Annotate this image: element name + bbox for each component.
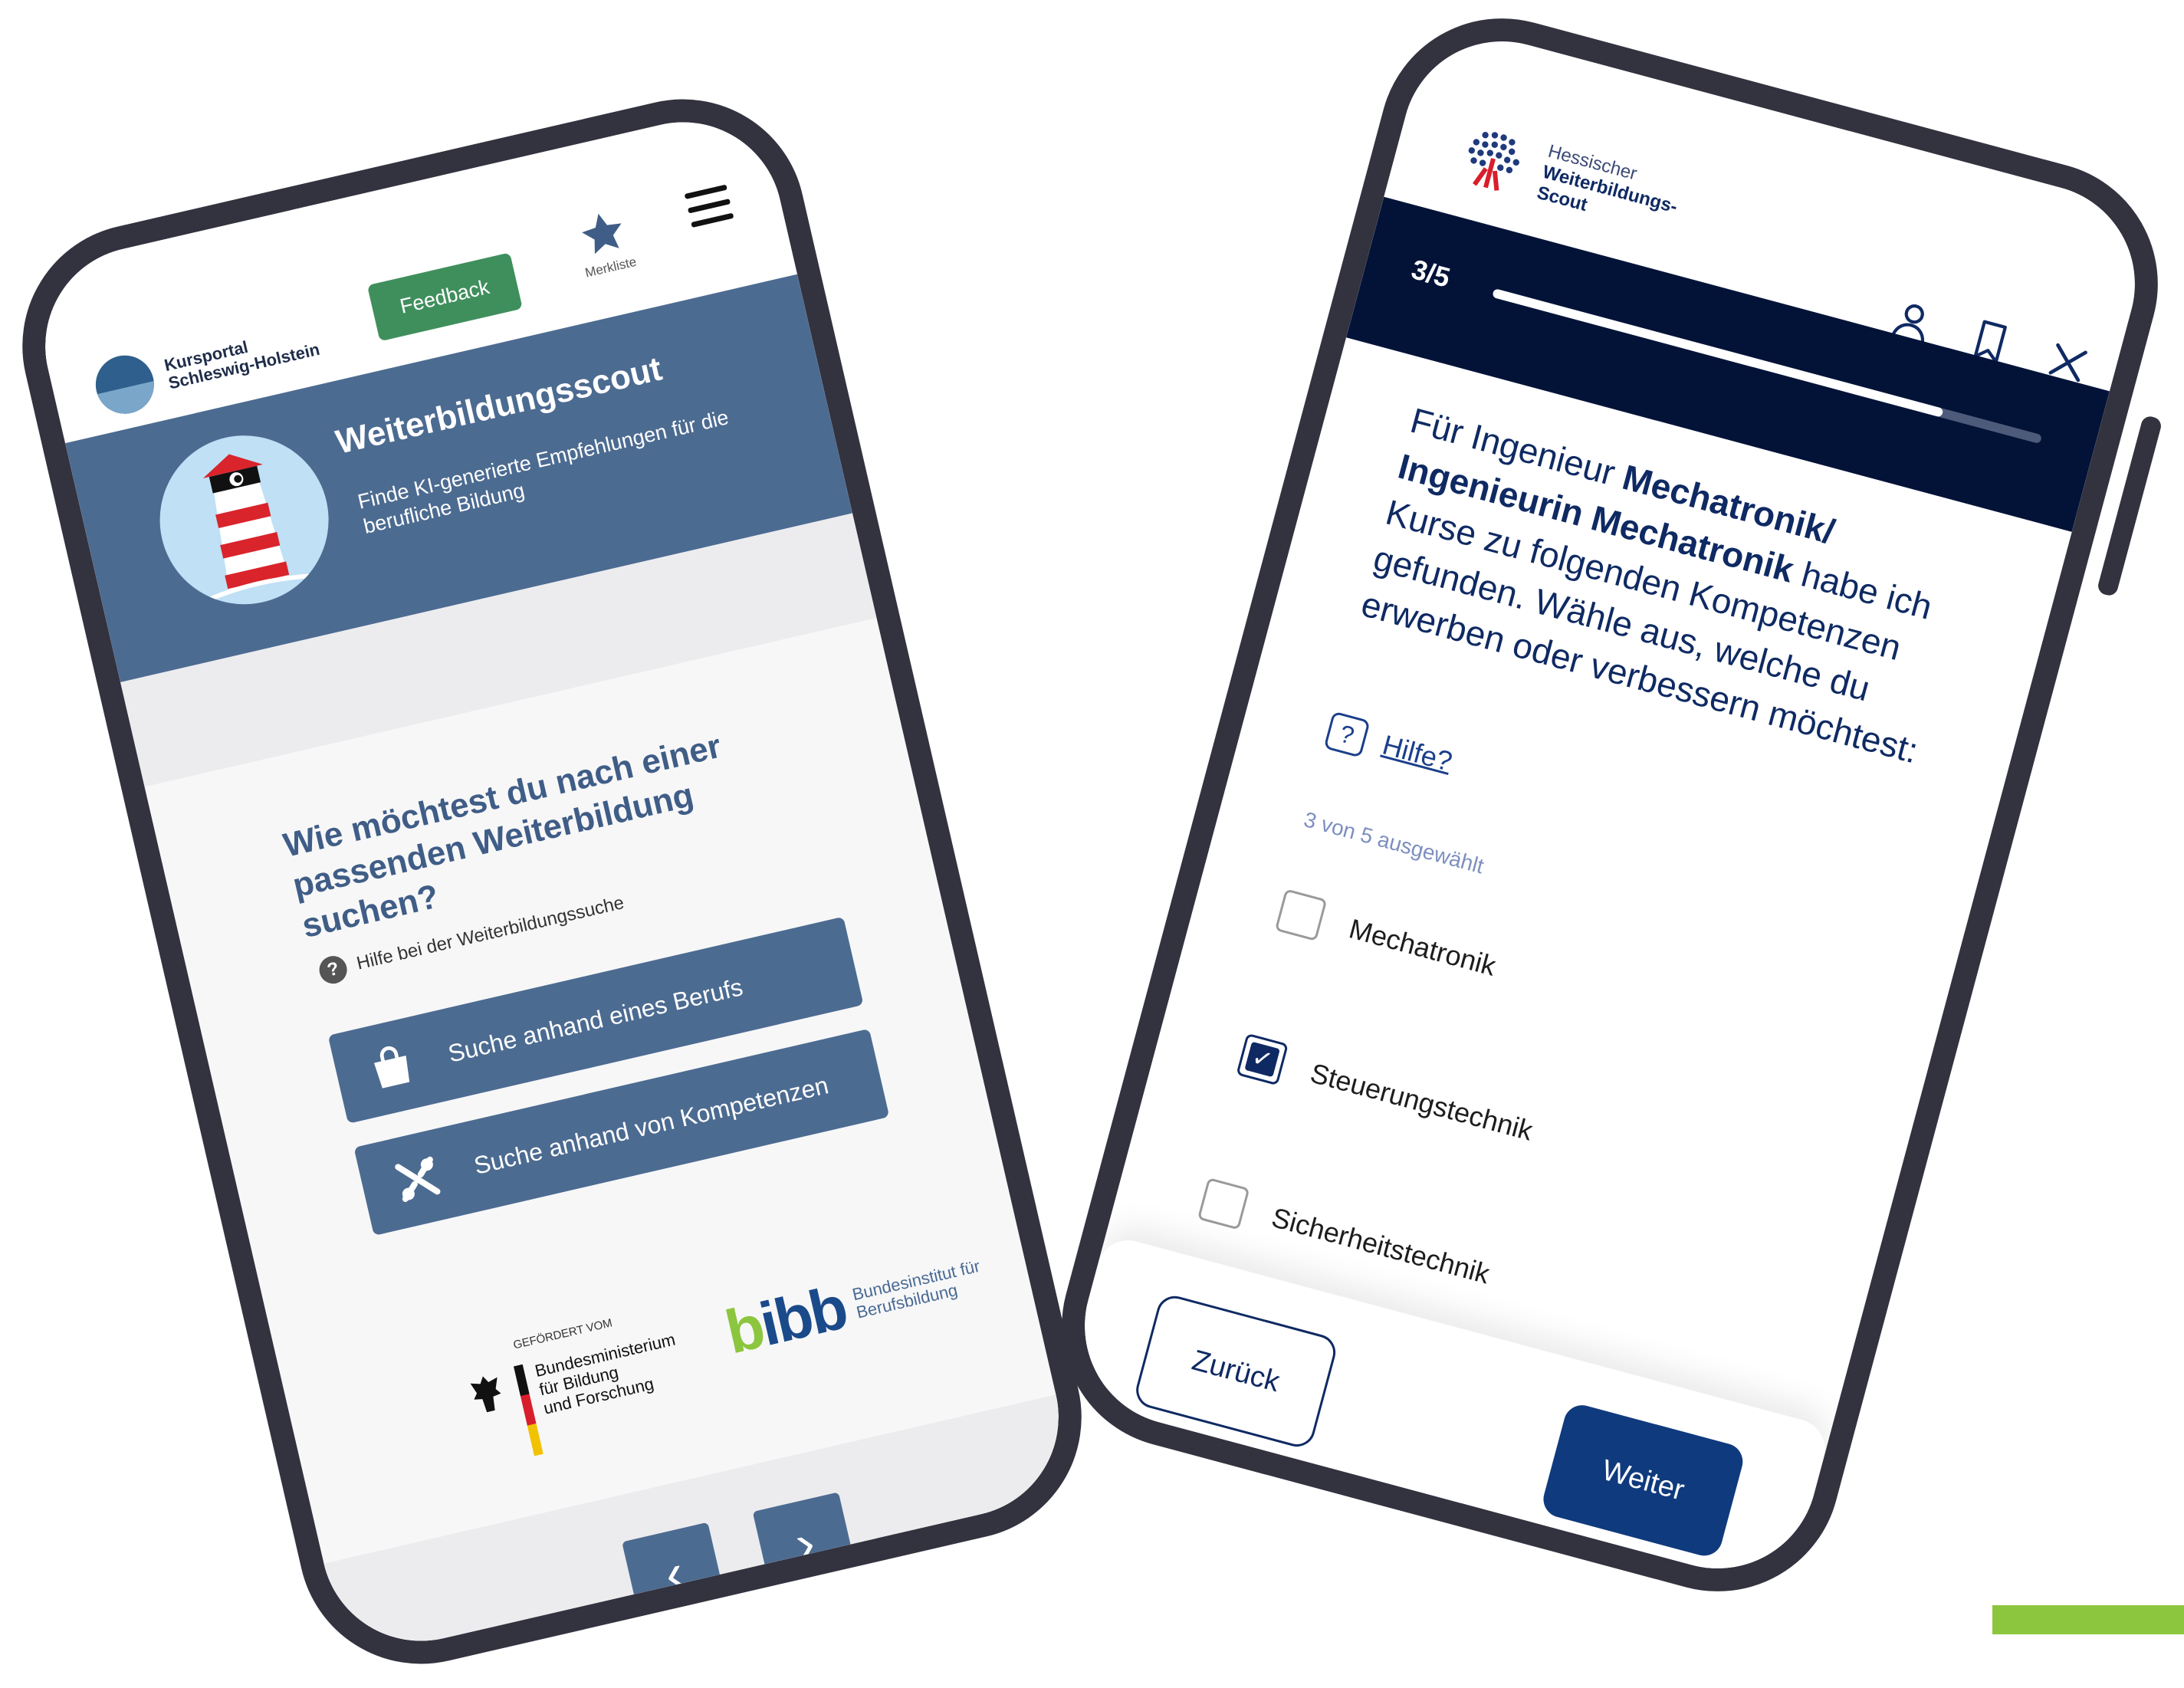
tools-icon: [395, 1156, 441, 1202]
tree-logo-icon: [1468, 131, 1519, 191]
checkbox[interactable]: [1197, 1177, 1250, 1230]
question-icon: ?: [1323, 711, 1371, 758]
federal-eagle-icon: [470, 1376, 501, 1413]
checkbox[interactable]: [1274, 888, 1328, 941]
help-link[interactable]: ? Hilfe?: [1323, 711, 1456, 781]
question-icon: ?: [317, 953, 350, 987]
hamburger-menu-icon[interactable]: [684, 184, 736, 237]
star-icon: [582, 213, 622, 255]
kursportal-screen: Kursportal Schleswig-Holstein Feedback M…: [25, 102, 1094, 1688]
selection-count: 3 von 5 ausgewählt: [1301, 807, 1486, 878]
next-button[interactable]: Weiter: [1539, 1401, 1747, 1560]
search-by-profession-label: Suche anhand eines Berufs: [445, 972, 746, 1068]
back-button[interactable]: Zurück: [1131, 1292, 1340, 1451]
bibb-logo: bibb Bundesinstitut für Berufsbildung: [719, 1240, 990, 1368]
search-by-competence-label: Suche anhand von Kompetenzen: [471, 1070, 831, 1180]
chevron-right-icon[interactable]: ›: [752, 1492, 859, 1598]
help-label: Hilfe?: [1379, 728, 1456, 777]
checkbox-checked[interactable]: [1236, 1033, 1289, 1086]
option-label: Steuerungstechnik: [1307, 1056, 1536, 1147]
hessen-scout-logo-text: Hessischer Weiterbildungs- Scout: [1535, 141, 1685, 239]
option-steuerungstechnik[interactable]: Steuerungstechnik: [1236, 1033, 1537, 1153]
scout-screen: Hessischer Weiterbildungs- Scout 3/5 Für…: [1043, 18, 2158, 1619]
lighthouse-icon: [143, 419, 346, 622]
corner-accent: [1992, 1605, 2184, 1634]
bibb-wordmark: bibb: [719, 1273, 852, 1367]
shopping-bag-icon: [373, 1046, 410, 1089]
hessen-scout-logo[interactable]: Hessischer Weiterbildungs- Scout: [1451, 117, 1686, 241]
footer-actions: Zurück Weiter: [1043, 1233, 1832, 1619]
merkliste-button[interactable]: Merkliste: [564, 202, 646, 283]
bmbf-logo: GEFÖRDERT VOM Bundesministerium für Bild…: [460, 1303, 694, 1466]
kursportal-logo-image: [90, 350, 160, 420]
progress-fill: [1492, 288, 1944, 418]
phone-weiterbildungsscout: Hessischer Weiterbildungs- Scout 3/5 Für…: [1034, 0, 2184, 1619]
kursportal-logo-text: Kursportal Schleswig-Holstein: [163, 322, 322, 393]
option-mechatronik[interactable]: Mechatronik: [1274, 888, 1501, 987]
chevron-left-icon[interactable]: ‹: [622, 1522, 728, 1628]
feedback-button[interactable]: Feedback: [366, 252, 523, 342]
phone-kursportal: Kursportal Schleswig-Holstein Feedback M…: [0, 74, 1106, 1688]
option-label: Mechatronik: [1345, 912, 1499, 982]
option-label: Sicherheitstechnik: [1268, 1201, 1493, 1290]
progress-label: 3/5: [1408, 253, 1454, 294]
progress-track: [1492, 288, 2043, 445]
